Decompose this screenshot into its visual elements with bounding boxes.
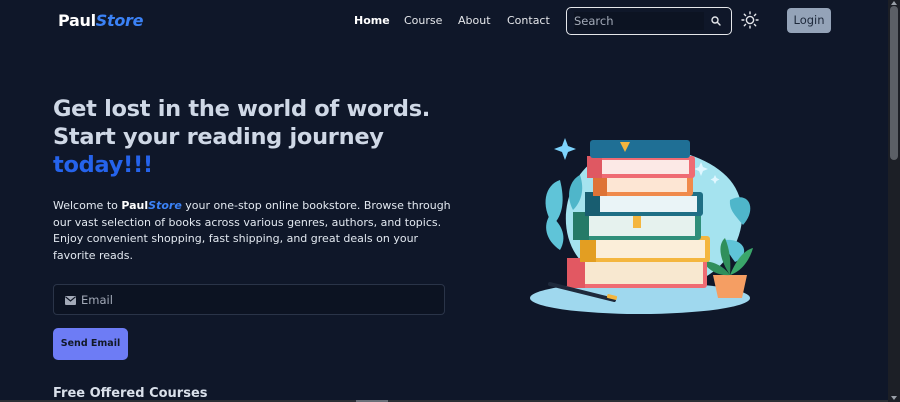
search-input[interactable] [574,12,704,30]
logo[interactable]: PaulStore [58,11,144,30]
headline-line-1: Get lost in the world of words. [53,96,431,122]
nav-contact[interactable]: Contact [507,14,550,27]
book-stack-illustration [530,138,753,314]
headline-highlight: today!!! [53,152,153,178]
logo-part2: Store [95,11,144,30]
navbar: PaulStore Home Course About Contact Logi… [0,0,888,44]
desc-brand-part1: Paul [121,199,149,212]
headline-line-2: Start your reading journey [53,124,384,150]
logo-part1: Paul [58,11,96,30]
login-button[interactable]: Login [787,8,831,33]
vertical-scrollbar[interactable] [888,0,900,402]
sun-icon[interactable] [741,11,759,29]
hero-description: Welcome to PaulStore your one-stop onlin… [53,198,453,264]
search-box [566,7,732,35]
email-field[interactable] [81,291,421,309]
scroll-up-arrow-icon[interactable] [891,1,897,5]
scroll-thumb[interactable] [890,6,898,160]
email-field-container [53,284,445,315]
nav-home[interactable]: Home [354,14,390,27]
hero-headline: Get lost in the world of words. Start yo… [53,95,453,179]
send-email-button[interactable]: Send Email [53,328,128,360]
search-icon[interactable] [710,15,722,27]
scroll-down-arrow-icon[interactable] [891,396,897,400]
nav-course[interactable]: Course [404,14,442,27]
mail-icon [65,296,76,305]
desc-brand-part2: Store [148,199,182,212]
desc-brand: PaulStore [121,199,181,212]
desc-prefix: Welcome to [53,199,122,212]
nav-about[interactable]: About [458,14,491,27]
section-title: Free Offered Courses [53,386,208,401]
